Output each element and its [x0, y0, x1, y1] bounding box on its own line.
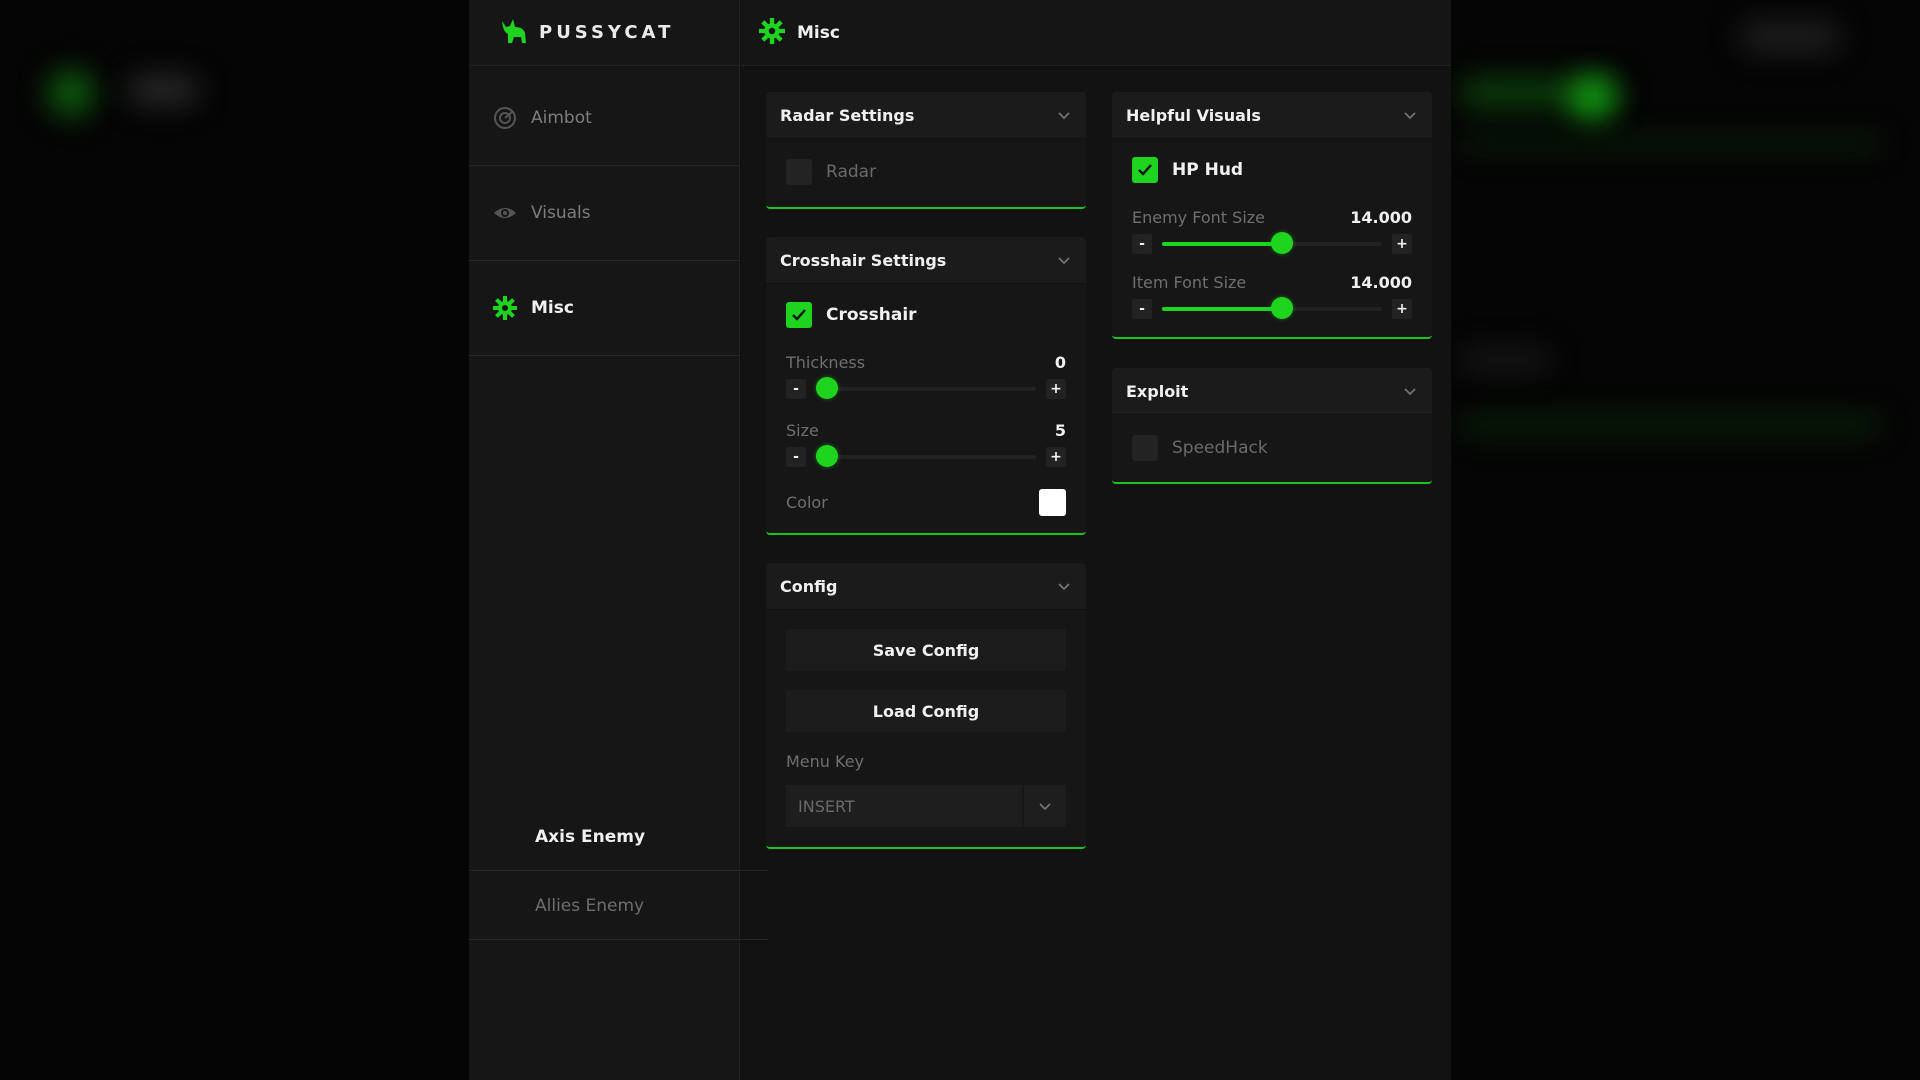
- increment-button[interactable]: +: [1392, 234, 1412, 254]
- slider-track[interactable]: [1162, 297, 1382, 319]
- color-label: Color: [786, 492, 828, 512]
- slider-fill: [1162, 242, 1282, 246]
- sidebar-item-label: Aimbot: [531, 108, 592, 128]
- crosshair-settings-panel: Crosshair Settings Crosshair Thickness 0…: [766, 237, 1086, 535]
- helpful-visuals-header[interactable]: Helpful Visuals: [1112, 92, 1432, 139]
- panel-title: Helpful Visuals: [1126, 105, 1261, 125]
- panel-title: Config: [780, 576, 838, 596]
- chevron-down-icon[interactable]: [1402, 107, 1418, 123]
- sidebar-subitem-allies-enemy[interactable]: Allies Enemy: [469, 872, 768, 940]
- panel-title: Radar Settings: [780, 105, 915, 125]
- checkmark-icon: [792, 309, 806, 321]
- slider-track[interactable]: [816, 445, 1036, 467]
- sidebar-item-aimbot[interactable]: Aimbot: [469, 71, 740, 166]
- brand-name: PUSSYCAT: [539, 22, 675, 43]
- speedhack-label: SpeedHack: [1172, 438, 1268, 458]
- checkmark-icon: [1138, 164, 1152, 176]
- panel-title: Crosshair Settings: [780, 250, 947, 270]
- menu-key-label: Menu Key: [786, 752, 865, 771]
- backdrop-blob: [1460, 350, 1550, 370]
- hp-hud-label: HP Hud: [1172, 160, 1244, 180]
- slider-label: Enemy Font Size: [1132, 207, 1265, 227]
- backdrop-blob: [1460, 138, 1880, 148]
- slider-value: 14.000: [1350, 207, 1412, 227]
- sidebar-item-label: Visuals: [531, 203, 591, 223]
- slider-value: 14.000: [1350, 272, 1412, 292]
- decrement-button[interactable]: -: [786, 379, 806, 399]
- radar-settings-header[interactable]: Radar Settings: [766, 92, 1086, 139]
- radar-toggle[interactable]: Radar: [786, 139, 1066, 205]
- gear-icon: [759, 17, 785, 48]
- chevron-down-icon[interactable]: [1056, 252, 1072, 268]
- slider-knob[interactable]: [1270, 232, 1293, 254]
- sidebar: PUSSYCAT Aimbot Visuals Misc Axis Enemy …: [469, 0, 768, 1080]
- slider-track[interactable]: [1162, 232, 1382, 254]
- config-header[interactable]: Config: [766, 563, 1086, 610]
- crosshair-checkbox[interactable]: [786, 302, 812, 328]
- radar-icon: [493, 106, 517, 130]
- radar-label: Radar: [826, 162, 877, 182]
- crosshair-toggle[interactable]: Crosshair: [786, 284, 1066, 346]
- sidebar-subitem-axis-enemy[interactable]: Axis Enemy: [469, 803, 768, 871]
- slider-label: Thickness: [786, 352, 866, 372]
- config-panel: Config Save Config Load Config Menu Key …: [766, 563, 1086, 849]
- increment-button[interactable]: +: [1392, 299, 1412, 319]
- sidebar-item-visuals[interactable]: Visuals: [469, 166, 740, 261]
- slider-value: 5: [1054, 420, 1066, 440]
- color-row: Color: [786, 482, 1066, 522]
- increment-button[interactable]: +: [1046, 447, 1066, 467]
- save-config-button[interactable]: Save Config: [786, 629, 1066, 671]
- backdrop-blob: [1460, 418, 1880, 432]
- decrement-button[interactable]: -: [1132, 299, 1152, 319]
- backdrop-blob: [1570, 76, 1614, 120]
- page-header: Misc: [741, 0, 1451, 66]
- slider-track[interactable]: [816, 377, 1036, 399]
- menu-key-value[interactable]: INSERT: [786, 785, 1022, 827]
- slider-label: Item Font Size: [1132, 272, 1247, 292]
- cheat-menu-window: PUSSYCAT Aimbot Visuals Misc Axis Enemy …: [469, 0, 1451, 1080]
- thickness-slider: Thickness 0 - +: [786, 346, 1066, 414]
- chevron-down-icon[interactable]: [1056, 107, 1072, 123]
- backdrop-blob: [48, 70, 94, 116]
- backdrop-blob: [128, 76, 198, 104]
- hp-hud-checkbox[interactable]: [1132, 157, 1158, 183]
- crosshair-label: Crosshair: [826, 305, 917, 325]
- color-swatch[interactable]: [1039, 488, 1066, 516]
- speedhack-toggle[interactable]: SpeedHack: [1132, 415, 1412, 481]
- sidebar-item-misc[interactable]: Misc: [469, 261, 740, 356]
- chevron-down-icon[interactable]: [1402, 383, 1418, 399]
- chevron-down-icon[interactable]: [1024, 785, 1066, 827]
- sidebar-item-label: Misc: [531, 298, 574, 318]
- item-font-size-slider: Item Font Size 14.000 - +: [1132, 266, 1412, 331]
- load-config-button[interactable]: Load Config: [786, 690, 1066, 732]
- helpful-visuals-panel: Helpful Visuals HP Hud Enemy Font Size 1…: [1112, 92, 1432, 339]
- size-slider: Size 5 - +: [786, 414, 1066, 482]
- enemy-font-size-slider: Enemy Font Size 14.000 - +: [1132, 201, 1412, 266]
- exploit-header[interactable]: Exploit: [1112, 368, 1432, 415]
- slider-knob[interactable]: [816, 377, 838, 399]
- decrement-button[interactable]: -: [786, 447, 806, 467]
- slider-fill: [1162, 307, 1282, 311]
- cat-icon: [499, 17, 529, 49]
- speedhack-checkbox[interactable]: [1132, 435, 1158, 461]
- gear-icon: [493, 296, 517, 320]
- eye-icon: [493, 201, 517, 225]
- crosshair-settings-header[interactable]: Crosshair Settings: [766, 237, 1086, 284]
- radar-settings-panel: Radar Settings Radar: [766, 92, 1086, 209]
- slider-knob[interactable]: [1270, 297, 1293, 319]
- page-title: Misc: [797, 22, 840, 43]
- exploit-panel: Exploit SpeedHack: [1112, 368, 1432, 484]
- menu-key-select[interactable]: INSERT: [786, 785, 1066, 827]
- slider-knob[interactable]: [816, 445, 838, 467]
- brand-logo: PUSSYCAT: [469, 0, 739, 66]
- slider-label: Size: [786, 420, 819, 440]
- decrement-button[interactable]: -: [1132, 234, 1152, 254]
- backdrop-blob: [1740, 22, 1840, 52]
- chevron-down-icon[interactable]: [1056, 578, 1072, 594]
- hp-hud-toggle[interactable]: HP Hud: [1132, 139, 1412, 201]
- panel-title: Exploit: [1126, 381, 1189, 401]
- radar-checkbox[interactable]: [786, 159, 812, 185]
- slider-value: 0: [1054, 352, 1066, 372]
- increment-button[interactable]: +: [1046, 379, 1066, 399]
